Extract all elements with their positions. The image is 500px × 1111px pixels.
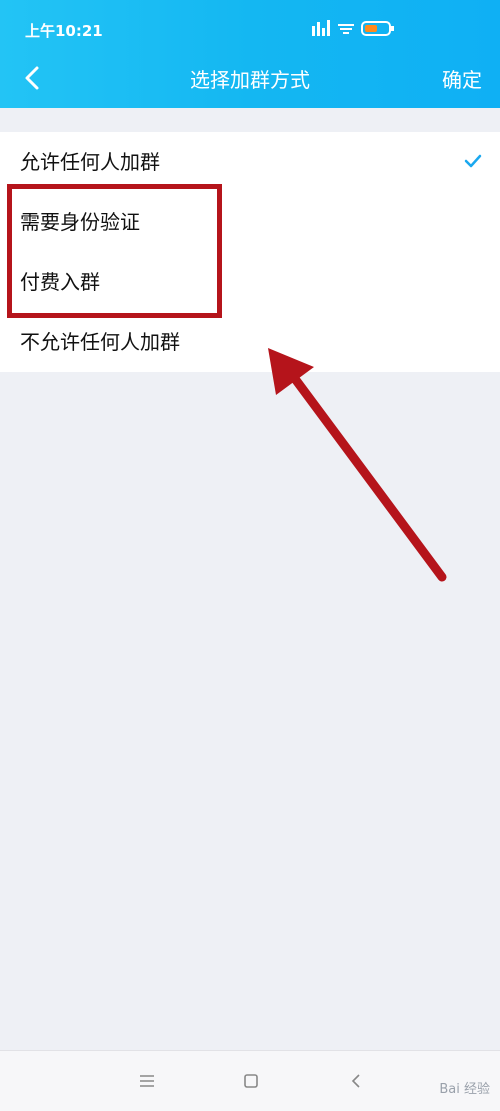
battery-icon xyxy=(361,21,394,36)
title-bar: 选择加群方式 确定 xyxy=(0,56,500,100)
app-header: 上午10:21 选择加群方式 确定 xyxy=(0,0,500,108)
checkmark-icon xyxy=(464,154,482,168)
wifi-icon xyxy=(338,24,354,34)
option-label: 不允许任何人加群 xyxy=(20,330,180,354)
confirm-button[interactable]: 确定 xyxy=(442,64,482,93)
signal-icon xyxy=(312,20,330,36)
option-disallow-anyone[interactable]: 不允许任何人加群 xyxy=(0,312,500,372)
status-time: 上午10:21 xyxy=(25,22,103,40)
annotation-highlight-box xyxy=(7,184,222,318)
chevron-left-icon xyxy=(351,1074,360,1088)
option-allow-anyone[interactable]: 允许任何人加群 xyxy=(0,132,500,192)
menu-icon xyxy=(140,1075,154,1087)
page-title: 选择加群方式 xyxy=(190,68,310,92)
square-icon xyxy=(244,1074,258,1088)
watermark: Bai 经验 xyxy=(439,1082,490,1097)
home-button[interactable] xyxy=(237,1067,265,1095)
option-label: 允许任何人加群 xyxy=(20,150,160,174)
back-nav-button[interactable] xyxy=(342,1067,370,1095)
system-nav-bar: Bai 经验 xyxy=(0,1050,500,1111)
status-icons xyxy=(312,20,394,36)
menu-button[interactable] xyxy=(133,1067,161,1095)
